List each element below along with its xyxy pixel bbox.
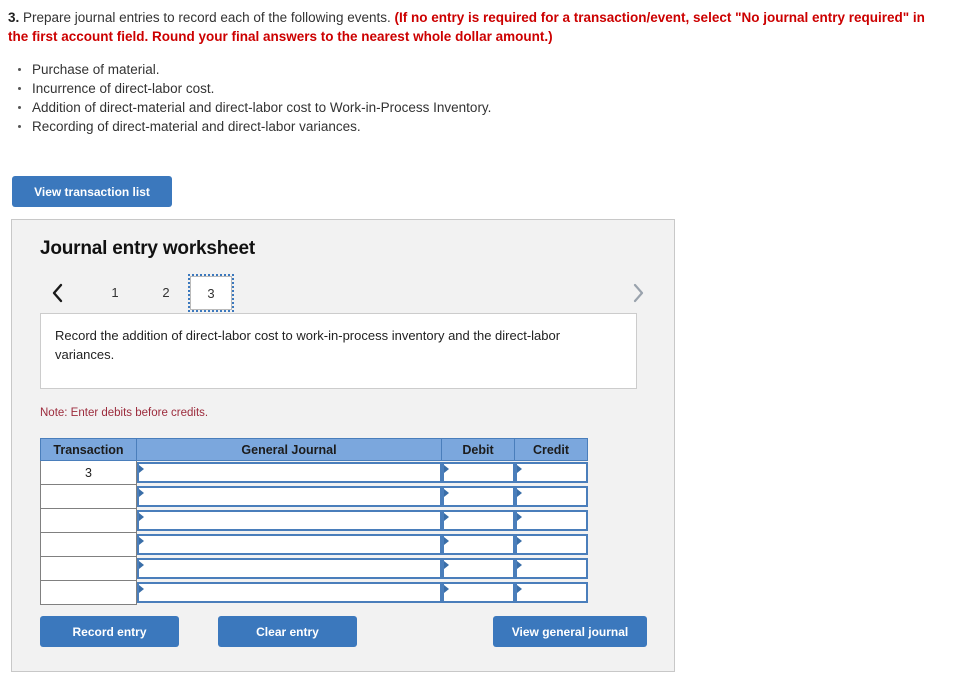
- chevron-left-icon[interactable]: [44, 276, 70, 310]
- credit-cell: [514, 532, 588, 557]
- debit-cell: [441, 580, 515, 605]
- chevron-right-icon[interactable]: [625, 276, 651, 310]
- debit-cell: [441, 556, 515, 581]
- account-name-input[interactable]: [137, 534, 442, 555]
- account-name-input[interactable]: [137, 558, 442, 579]
- worksheet-tab-1[interactable]: 1: [94, 276, 136, 310]
- transaction-number-cell: [40, 508, 137, 533]
- general-journal-cell: [136, 580, 442, 605]
- debit-cell: [441, 508, 515, 533]
- journal-entry-table: Transaction General Journal Debit Credit…: [40, 438, 588, 605]
- general-journal-cell: [136, 556, 442, 581]
- column-header-credit: Credit: [514, 438, 588, 461]
- account-name-input[interactable]: [137, 486, 442, 507]
- transaction-number-cell: [40, 484, 137, 509]
- table-row: [40, 580, 588, 605]
- account-name-input[interactable]: [137, 582, 442, 603]
- credit-input[interactable]: [514, 486, 588, 507]
- general-journal-cell: [136, 532, 442, 557]
- credit-input[interactable]: [514, 510, 588, 531]
- transaction-number-cell: [40, 580, 137, 605]
- credit-input[interactable]: [514, 534, 588, 555]
- clear-entry-button[interactable]: Clear entry: [218, 616, 357, 647]
- credit-cell: [514, 508, 588, 533]
- general-journal-cell: [136, 484, 442, 509]
- general-journal-cell: [136, 508, 442, 533]
- table-row: [40, 508, 588, 533]
- credit-input[interactable]: [514, 582, 588, 603]
- panel-title: Journal entry worksheet: [40, 238, 256, 259]
- view-general-journal-button[interactable]: View general journal: [493, 616, 647, 647]
- debit-input[interactable]: [441, 462, 515, 484]
- transaction-description-box: Record the addition of direct-labor cost…: [40, 313, 637, 389]
- list-item: Purchase of material.: [18, 60, 957, 79]
- table-header-row: Transaction General Journal Debit Credit: [40, 438, 588, 461]
- debit-input[interactable]: [441, 582, 515, 603]
- event-list: Purchase of material. Incurrence of dire…: [0, 60, 957, 136]
- credit-input[interactable]: [514, 462, 588, 484]
- worksheet-tab-strip: 1 2 3: [12, 274, 674, 314]
- list-item: Recording of direct-material and direct-…: [18, 117, 957, 136]
- debit-input[interactable]: [441, 558, 515, 579]
- question-block: 3. Prepare journal entries to record eac…: [0, 0, 957, 46]
- list-item: Incurrence of direct-labor cost.: [18, 79, 957, 98]
- debit-cell: [441, 532, 515, 557]
- debits-before-credits-note: Note: Enter debits before credits.: [40, 407, 209, 419]
- credit-cell: [514, 460, 588, 485]
- worksheet-tab-2[interactable]: 2: [145, 276, 187, 310]
- list-item: Addition of direct-material and direct-l…: [18, 98, 957, 117]
- transaction-number-cell: 3: [40, 460, 137, 485]
- account-name-input[interactable]: [137, 510, 442, 531]
- table-row: [40, 484, 588, 509]
- debit-cell: [441, 460, 515, 485]
- worksheet-tab-3[interactable]: 3: [188, 274, 234, 312]
- column-header-debit: Debit: [441, 438, 515, 461]
- credit-input[interactable]: [514, 558, 588, 579]
- table-row: [40, 556, 588, 581]
- debit-input[interactable]: [441, 534, 515, 555]
- account-name-input[interactable]: [137, 462, 442, 484]
- credit-cell: [514, 580, 588, 605]
- question-number: 3.: [8, 10, 20, 25]
- debit-input[interactable]: [441, 510, 515, 531]
- view-transaction-list-button[interactable]: View transaction list: [12, 176, 172, 207]
- table-row: [40, 532, 588, 557]
- question-prompt: Prepare journal entries to record each o…: [19, 10, 395, 25]
- column-header-transaction: Transaction: [40, 438, 137, 461]
- credit-cell: [514, 556, 588, 581]
- debit-cell: [441, 484, 515, 509]
- general-journal-cell: [136, 460, 442, 485]
- debit-input[interactable]: [441, 486, 515, 507]
- transaction-number-cell: [40, 556, 137, 581]
- transaction-number-cell: [40, 532, 137, 557]
- table-row: 3: [40, 460, 588, 485]
- credit-cell: [514, 484, 588, 509]
- column-header-general-journal: General Journal: [136, 438, 442, 461]
- record-entry-button[interactable]: Record entry: [40, 616, 179, 647]
